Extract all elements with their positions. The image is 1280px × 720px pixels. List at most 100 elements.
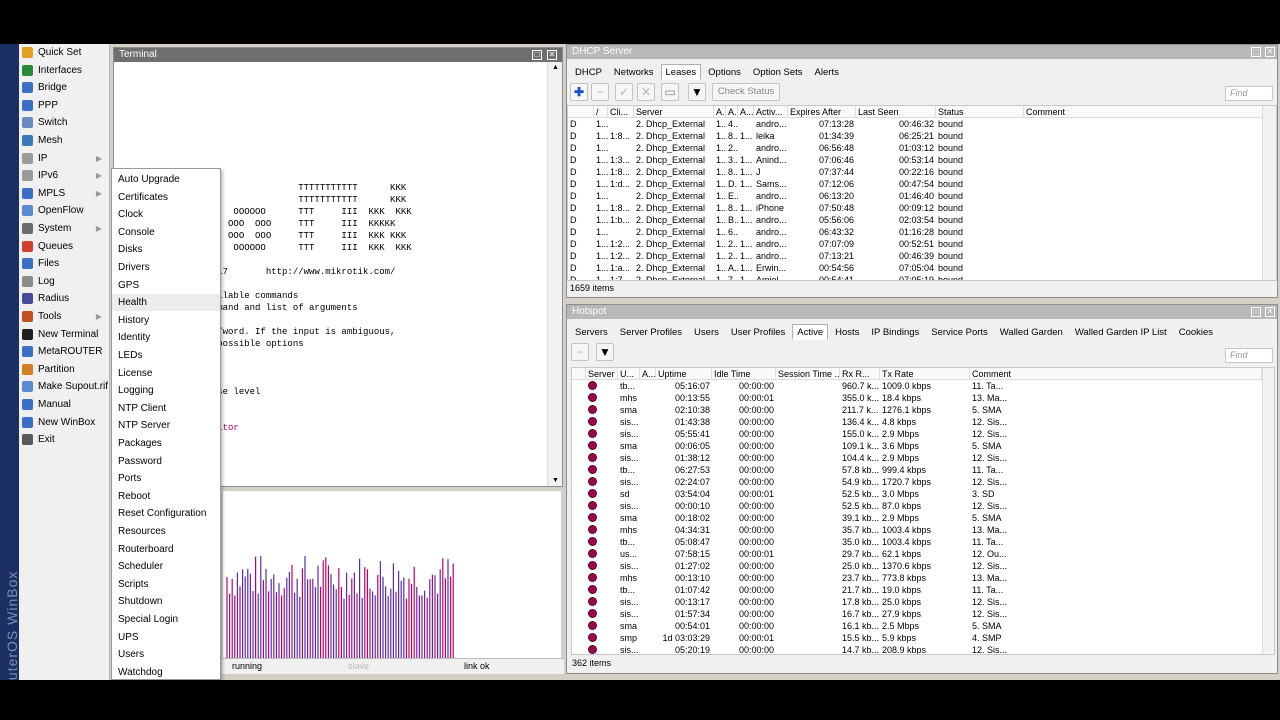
table-row[interactable]: tb... 06:27:53 00:00:00 57.8 kb... 999.4 kbp…	[572, 464, 1274, 476]
dhcp-server-window[interactable]: DHCP Server □ ✕ DHCP Networks Leases Option…	[566, 44, 1278, 298]
submenu-item[interactable]: Special Login	[112, 611, 220, 628]
table-row[interactable]: D1...1:2...2. Dhcp_External1...2...1...a…	[568, 250, 1276, 262]
submenu-item[interactable]: History	[112, 312, 220, 329]
table-row[interactable]: D1...1:b...2. Dhcp_External1...B...1...a…	[568, 214, 1276, 226]
hotspot-active-table[interactable]: Server U... A... Uptime Idle Time Session Tim…	[571, 367, 1275, 655]
tab-active[interactable]: Active	[792, 324, 829, 340]
table-row[interactable]: tb... 05:08:47 00:00:00 35.0 kb... 1003.4 kb…	[572, 536, 1274, 548]
tab-users[interactable]: Users	[689, 324, 724, 340]
sidebar-item[interactable]: PPP	[19, 97, 110, 114]
tab-option-sets[interactable]: Option Sets	[748, 64, 808, 80]
column-header[interactable]: Expires After	[788, 106, 856, 118]
table-row[interactable]: sma 00:54:01 00:00:00 16.1 kb... 2.5 Mbps 5. …	[572, 620, 1274, 632]
dhcp-title[interactable]: DHCP Server	[567, 45, 1277, 59]
tab-walled-garden[interactable]: Walled Garden	[995, 324, 1068, 340]
column-header[interactable]	[568, 106, 594, 118]
hotspot-window[interactable]: Hotspot □ ✕ Servers Server Profiles Users U…	[566, 304, 1278, 674]
table-row[interactable]: D1...1:8...2. Dhcp_External1...8...1...J…	[568, 166, 1276, 178]
table-row[interactable]: D1...2. Dhcp_External1...4...andro...07:…	[568, 118, 1276, 130]
sidebar-item[interactable]: Tools ▶	[19, 308, 110, 325]
sidebar-item[interactable]: Switch	[19, 114, 110, 131]
table-row[interactable]: mhs 00:13:55 00:00:01 355.0 k... 18.4 kbps 13…	[572, 392, 1274, 404]
table-row[interactable]: sis... 01:38:12 00:00:00 104.4 k... 2.9 Mbps…	[572, 452, 1274, 464]
dhcp-leases-table[interactable]: /Cli...ServerA...A...A...Activ...Expires…	[567, 105, 1277, 281]
maximize-icon[interactable]: □	[532, 50, 542, 60]
submenu-item[interactable]: License	[112, 365, 220, 382]
maximize-icon[interactable]: □	[1251, 307, 1261, 317]
tab-ip-bindings[interactable]: IP Bindings	[866, 324, 924, 340]
submenu-item[interactable]: Packages	[112, 435, 220, 452]
table-row[interactable]: us... 07:58:15 00:00:01 29.7 kb... 62.1 kbps…	[572, 548, 1274, 560]
column-header[interactable]: Comment	[1024, 106, 1264, 118]
tab-networks[interactable]: Networks	[609, 64, 659, 80]
column-header[interactable]: Server	[634, 106, 714, 118]
tab-user-profiles[interactable]: User Profiles	[726, 324, 790, 340]
table-row[interactable]: sma 00:18:02 00:00:00 39.1 kb... 2.9 Mbps 5. …	[572, 512, 1274, 524]
column-header[interactable]: A...	[738, 106, 754, 118]
hotspot-title[interactable]: Hotspot	[567, 305, 1277, 319]
sidebar-item[interactable]: MPLS ▶	[19, 185, 110, 202]
tab-hosts[interactable]: Hosts	[830, 324, 864, 340]
tab-leases[interactable]: Leases	[660, 64, 702, 80]
sidebar-item[interactable]: Queues	[19, 238, 110, 255]
sidebar-item[interactable]: New WinBox	[19, 414, 110, 431]
submenu-item[interactable]: NTP Server	[112, 417, 220, 434]
table-row[interactable]: sis... 01:43:38 00:00:00 136.4 k... 4.8 kbps…	[572, 416, 1274, 428]
table-row[interactable]: sis... 01:27:02 00:00:00 25.0 kb... 1370.6 k…	[572, 560, 1274, 572]
table-row[interactable]: sis... 01:57:34 00:00:00 16.7 kb... 27.9 kbp…	[572, 608, 1274, 620]
sidebar-item[interactable]: System ▶	[19, 220, 110, 237]
sidebar-item[interactable]: OpenFlow	[19, 202, 110, 219]
terminal-title[interactable]: Terminal	[114, 48, 562, 62]
column-header[interactable]: Server	[586, 368, 618, 380]
column-header[interactable]: A...	[726, 106, 738, 118]
disable-icon[interactable]: ✕	[637, 83, 655, 101]
sidebar-item[interactable]: New Terminal	[19, 326, 110, 343]
check-status-button[interactable]: Check Status	[712, 83, 780, 101]
column-header[interactable]: /	[594, 106, 608, 118]
column-header[interactable]: Comment	[970, 368, 1262, 380]
column-header[interactable]: Activ...	[754, 106, 788, 118]
column-header[interactable]: Last Seen	[856, 106, 936, 118]
column-header[interactable]: Uptime	[656, 368, 712, 380]
sidebar-item[interactable]: Log	[19, 273, 110, 290]
tab-dhcp[interactable]: DHCP	[570, 64, 607, 80]
submenu-item[interactable]: Disks	[112, 241, 220, 258]
table-row[interactable]: D1...1:a...2. Dhcp_External1...A...1...E…	[568, 262, 1276, 274]
add-icon[interactable]: ✚	[570, 83, 588, 101]
table-row[interactable]: sis... 00:13:17 00:00:00 17.8 kb... 25.0 kbp…	[572, 596, 1274, 608]
sidebar-item[interactable]: IPv6 ▶	[19, 167, 110, 184]
table-row[interactable]: sma 02:10:38 00:00:00 211.7 k... 1276.1 kbps…	[572, 404, 1274, 416]
column-header[interactable]: A...	[714, 106, 726, 118]
sidebar-item[interactable]: IP ▶	[19, 150, 110, 167]
sidebar-item[interactable]: Manual	[19, 396, 110, 413]
tab-cookies[interactable]: Cookies	[1174, 324, 1218, 340]
column-header[interactable]: A...	[640, 368, 656, 380]
column-header[interactable]: Idle Time	[712, 368, 776, 380]
table-row[interactable]: D1...2. Dhcp_External1...E...andro...06:…	[568, 190, 1276, 202]
table-row[interactable]: mhs 04:34:31 00:00:00 35.7 kb... 1003.4 kbps…	[572, 524, 1274, 536]
hotspot-find-input[interactable]: Find	[1225, 348, 1273, 363]
close-icon[interactable]: ✕	[547, 50, 557, 60]
tab-alerts[interactable]: Alerts	[810, 64, 844, 80]
submenu-item[interactable]: Logging	[112, 382, 220, 399]
column-header[interactable]: Rx R...	[840, 368, 880, 380]
table-row[interactable]: D1...1:3...2. Dhcp_External1...3...1...A…	[568, 154, 1276, 166]
tab-options[interactable]: Options	[703, 64, 746, 80]
table-row[interactable]: tb... 01:07:42 00:00:00 21.7 kb... 19.0 kbps…	[572, 584, 1274, 596]
submenu-item[interactable]: LEDs	[112, 347, 220, 364]
sidebar-item[interactable]: Bridge	[19, 79, 110, 96]
table-row[interactable]: D1...2. Dhcp_External1...2...andro...06:…	[568, 142, 1276, 154]
table-row[interactable]: tb... 05:16:07 00:00:00 960.7 k... 1009.0 kb…	[572, 380, 1274, 392]
column-header[interactable]: Tx Rate	[880, 368, 970, 380]
table-scrollbar[interactable]	[1262, 106, 1276, 280]
table-row[interactable]: D1...1:7...2. Dhcp_External1...7...1...A…	[568, 274, 1276, 280]
table-row[interactable]: D1...1:8...2. Dhcp_External1...8...1...l…	[568, 130, 1276, 142]
table-row[interactable]: D1...1:2...2. Dhcp_External1...2...1...a…	[568, 238, 1276, 250]
submenu-item[interactable]: Password	[112, 453, 220, 470]
sidebar-item[interactable]: Quick Set	[19, 44, 110, 61]
table-row[interactable]: mhs 00:13:10 00:00:00 23.7 kb... 773.8 kbps 1…	[572, 572, 1274, 584]
sidebar-item[interactable]: Exit	[19, 431, 110, 448]
table-row[interactable]: sis... 05:20:19 00:00:00 14.7 kb... 208.9 kb…	[572, 644, 1274, 654]
submenu-item[interactable]: Resources	[112, 523, 220, 540]
submenu-item[interactable]: Scheduler	[112, 558, 220, 575]
